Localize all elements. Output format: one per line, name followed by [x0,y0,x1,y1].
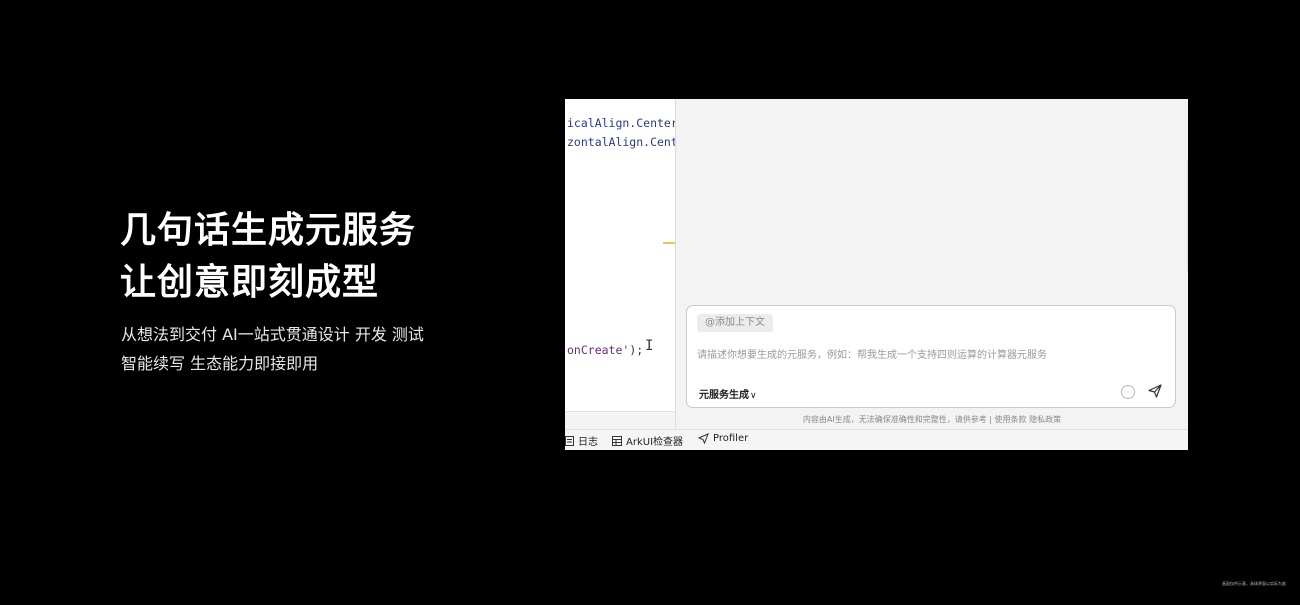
hero-subtitle-line1: 从想法到交付 AI一站式贯通设计 开发 测试 [121,325,424,344]
change-marker [663,242,675,244]
code-line: zontalAlign.Cente [567,135,685,149]
hero-title-line1: 几句话生成元服务 [120,210,417,251]
bottom-tool-bar: 日志 ArkUI检查器 Profiler [565,429,1188,450]
tab-log-label: 日志 [578,437,598,448]
ide-screenshot: icalAlign.Center zontalAlign.Cente onCre… [565,99,1188,450]
code-line: onCreate'); [567,343,643,357]
panel-edge [1187,159,1188,271]
send-arrow-icon [698,433,709,444]
code-line: icalAlign.Center [567,116,678,130]
tab-profiler-label: Profiler [713,433,749,444]
grid-icon [612,435,622,446]
ai-disclaimer: 内容由AI生成，无法确保准确性和完整性，请供参考 | 使用条款 隐私政策 [802,415,1062,424]
ai-chat-panel: @添加上下文 请描述你想要生成的元服务，例如：帮我生成一个支持四则运算的计算器元… [676,99,1188,429]
tab-profiler[interactable]: Profiler [698,433,748,444]
tab-log[interactable]: 日志 [565,433,598,448]
add-context-button[interactable]: @添加上下文 [697,314,773,332]
mode-label: 元服务生成 [699,390,749,401]
mode-selector[interactable]: 元服务生成∨ [699,386,757,401]
hero-subtitle: 从想法到交付 AI一站式贯通设计 开发 测试 智能续写 生态能力即接即用 [121,320,424,378]
prompt-input-box[interactable]: @添加上下文 请描述你想要生成的元服务，例如：帮我生成一个支持四则运算的计算器元… [686,305,1176,408]
send-icon[interactable] [1147,383,1163,399]
code-punct: ); [629,343,644,357]
hero-subtitle-line2: 智能续写 生态能力即接即用 [121,354,319,373]
log-icon [565,435,574,446]
text-cursor-icon: I [645,338,654,354]
hero-title-line2: 让创意即刻成型 [120,262,380,303]
code-editor[interactable]: icalAlign.Center zontalAlign.Cente onCre… [565,99,685,411]
editor-scrollbar[interactable] [565,411,675,430]
tab-arkui-inspector[interactable]: ArkUI检查器 [612,433,683,448]
circle-icon[interactable] [1121,385,1135,399]
tab-arkui-inspector-label: ArkUI检查器 [626,437,684,448]
hero-headline: 几句话生成元服务 让创意即刻成型 [120,205,416,309]
chevron-down-icon: ∨ [750,391,757,401]
footnote: 画面仅供示意，具体界面以实际为准 [1222,581,1286,586]
prompt-placeholder[interactable]: 请描述你想要生成的元服务，例如：帮我生成一个支持四则运算的计算器元服务 [697,346,1047,361]
code-string: onCreate' [567,343,630,357]
